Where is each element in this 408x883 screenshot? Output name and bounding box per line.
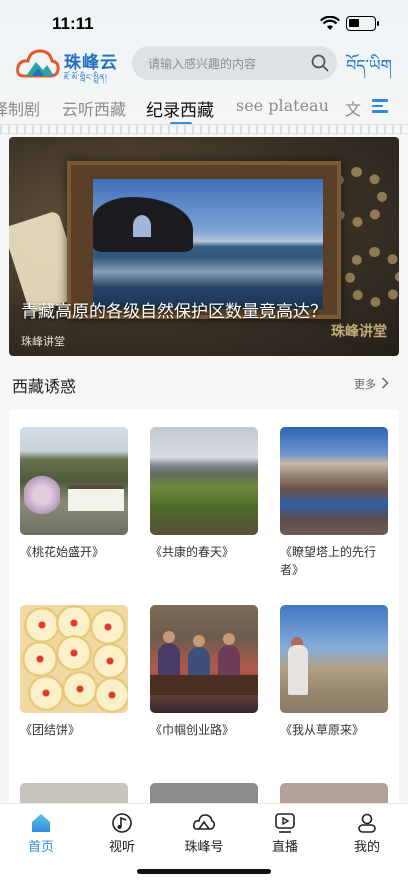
list-item[interactable]: 《共康的春天》 bbox=[150, 427, 258, 561]
battery-icon bbox=[346, 16, 379, 31]
nav-audio-video[interactable]: 视听 bbox=[92, 812, 152, 855]
thumbnail bbox=[280, 605, 388, 713]
tab-culture[interactable]: 文 bbox=[345, 96, 361, 120]
featured-banner[interactable]: 青藏高原的各级自然保护区数量竟高达？ 珠峰讲堂 珠峰讲堂 bbox=[9, 137, 399, 356]
gear-decoration bbox=[345, 247, 399, 307]
tab-see-plateau[interactable]: see plateau bbox=[236, 96, 329, 115]
item-caption: 《瞭望塔上的先行者》 bbox=[280, 545, 377, 577]
nav-profile[interactable]: 我的 bbox=[337, 812, 397, 855]
menu-icon[interactable] bbox=[372, 99, 388, 116]
item-caption: 《桃花始盛开》 bbox=[20, 545, 105, 559]
banner-title: 青藏高原的各级自然保护区数量竟高达？ bbox=[21, 302, 327, 322]
item-caption: 《团结饼》 bbox=[20, 723, 81, 737]
nav-label: 视听 bbox=[108, 840, 135, 855]
list-item[interactable]: 《我从草原来》 bbox=[280, 605, 388, 739]
decorative-border bbox=[0, 124, 408, 134]
list-item[interactable]: 《桃花始盛开》 bbox=[20, 427, 128, 561]
language-toggle-button[interactable]: བོད་ཡིག bbox=[346, 48, 392, 93]
more-link[interactable]: 更多 bbox=[354, 376, 376, 392]
banner-watermark: 珠峰讲堂 bbox=[331, 324, 387, 340]
nav-label: 我的 bbox=[353, 840, 380, 855]
nav-live[interactable]: 直播 bbox=[255, 812, 315, 855]
cloud-mountain-icon bbox=[193, 814, 216, 830]
wifi-icon bbox=[320, 16, 340, 30]
search-input[interactable]: 请输入感兴趣的内容 bbox=[132, 46, 337, 80]
nav-home[interactable]: 首页 bbox=[11, 812, 71, 855]
list-item[interactable]: 《瞭望塔上的先行者》 bbox=[280, 427, 388, 579]
nav-zhufeng-account[interactable]: 珠峰号 bbox=[174, 812, 234, 855]
banner-frame bbox=[67, 161, 341, 319]
nav-label: 珠峰号 bbox=[184, 840, 224, 855]
nav-label: 首页 bbox=[27, 840, 54, 855]
thumbnail bbox=[150, 427, 258, 535]
header: 珠峰云 ཇོ་མོ་གླིང་སྤྲིན། 请输入感兴趣的内容 བོད་ཡིག bbox=[0, 44, 408, 88]
category-tabs: 译制剧 云听西藏 纪录西藏 see plateau 文 bbox=[0, 92, 408, 124]
section-title: 西藏诱惑 bbox=[12, 377, 77, 396]
list-item[interactable]: 《巾帼创业路》 bbox=[150, 605, 258, 739]
banner-photo bbox=[93, 179, 323, 309]
item-caption: 《共康的春天》 bbox=[150, 545, 235, 559]
thumbnail bbox=[20, 605, 128, 713]
status-bar: 11:11 bbox=[0, 0, 408, 44]
tab-cloud-listen[interactable]: 云听西藏 bbox=[62, 96, 126, 120]
list-item[interactable]: 《团结饼》 bbox=[20, 605, 128, 739]
home-icon bbox=[32, 814, 50, 832]
thumbnail bbox=[20, 427, 128, 535]
play-screen-icon bbox=[275, 813, 295, 833]
banner-source: 珠峰讲堂 bbox=[21, 335, 65, 348]
app-logo[interactable]: 珠峰云 ཇོ་མོ་གླིང་སྤྲིན། bbox=[14, 44, 124, 84]
item-caption: 《巾帼创业路》 bbox=[150, 723, 235, 737]
thumbnail bbox=[280, 427, 388, 535]
home-indicator bbox=[137, 869, 271, 874]
search-placeholder: 请输入感兴趣的内容 bbox=[148, 57, 257, 71]
chevron-right-icon[interactable] bbox=[381, 377, 389, 389]
user-icon bbox=[358, 813, 376, 833]
item-caption: 《我从草原来》 bbox=[280, 723, 365, 737]
tab-documentary[interactable]: 纪录西藏 bbox=[146, 96, 214, 121]
thumbnail bbox=[150, 605, 258, 713]
nav-label: 直播 bbox=[271, 840, 298, 855]
tab-dubbed-drama[interactable]: 译制剧 bbox=[0, 96, 40, 120]
logo-icon bbox=[16, 49, 60, 78]
search-icon[interactable] bbox=[311, 54, 329, 72]
video-grid: 《桃花始盛开》 《共康的春天》 《瞭望塔上的先行者》 《团结饼》 《巾帼创业路》… bbox=[9, 409, 399, 829]
logo-subtitle: ཇོ་མོ་གླིང་སྤྲིན། bbox=[64, 73, 108, 82]
music-note-icon bbox=[112, 813, 132, 833]
status-time: 11:11 bbox=[52, 14, 94, 33]
